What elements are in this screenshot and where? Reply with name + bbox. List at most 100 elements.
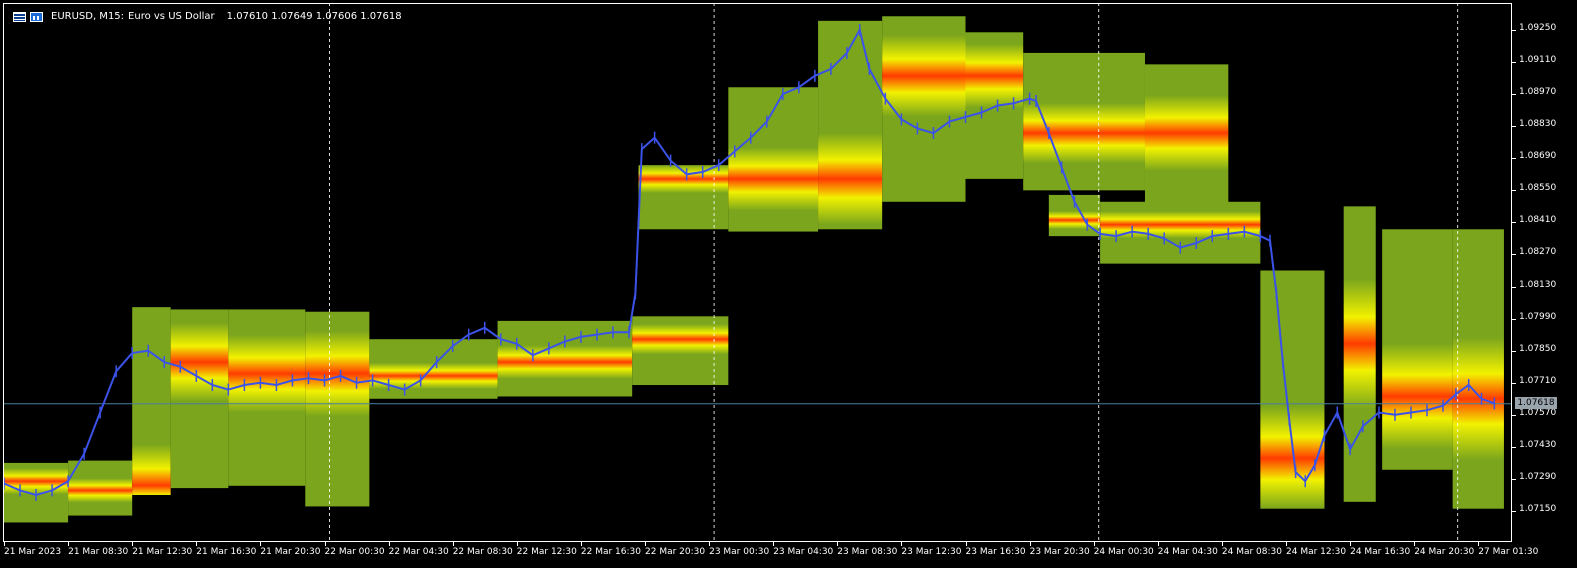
price-tick-mark — [1512, 286, 1516, 288]
time-tick-label: 22 Mar 08:30 — [452, 547, 513, 557]
time-tick-label: 22 Mar 04:30 — [388, 547, 449, 557]
price-tick-label: 1.07150 — [1519, 504, 1557, 514]
time-tick-mark — [1350, 542, 1352, 546]
time-tick-label: 24 Mar 04:30 — [1157, 547, 1218, 557]
time-tick-mark — [68, 542, 70, 546]
time-tick-mark — [260, 542, 262, 546]
heat-column — [1023, 52, 1145, 191]
price-tick-label: 1.08830 — [1519, 119, 1557, 130]
price-tick: 1.08830 — [1512, 119, 1577, 129]
heat-column — [965, 32, 1024, 179]
price-tick: 1.07570 — [1512, 408, 1577, 418]
price-tick-mark — [1512, 382, 1516, 384]
price-tick-label: 1.09110 — [1519, 55, 1557, 66]
time-tick-mark — [580, 542, 582, 546]
price-tick-mark — [1512, 414, 1516, 416]
price-tick-label: 1.08550 — [1519, 183, 1557, 194]
price-tick: 1.08130 — [1512, 280, 1577, 290]
heat-column — [305, 311, 370, 507]
time-tick-mark — [196, 542, 198, 546]
price-tick-label: 1.08410 — [1519, 215, 1557, 226]
price-tick-label: 1.07570 — [1519, 407, 1557, 418]
price-tick-mark — [1512, 446, 1516, 448]
heat-column — [170, 309, 229, 489]
time-tick-label: 21 Mar 12:30 — [132, 547, 193, 557]
time-tick-label: 24 Mar 20:30 — [1414, 547, 1475, 557]
heat-column — [1452, 229, 1504, 509]
time-tick-mark — [452, 542, 454, 546]
price-tick-label: 1.09250 — [1519, 23, 1557, 33]
price-tick: 1.09110 — [1512, 55, 1577, 65]
time-tick-label: 22 Mar 12:30 — [516, 547, 577, 557]
price-tick: 1.08690 — [1512, 151, 1577, 161]
time-tick-label: 23 Mar 00:30 — [709, 547, 770, 557]
time-tick-mark — [901, 542, 903, 546]
time-tick-mark — [1093, 542, 1095, 546]
time-tick-label: 23 Mar 04:30 — [773, 547, 834, 557]
price-tick-label: 1.07290 — [1519, 471, 1557, 482]
current-price-badge: 1.07618 — [1515, 397, 1557, 409]
time-tick-label: 22 Mar 20:30 — [645, 547, 706, 557]
time-tick-label: 21 Mar 08:30 — [68, 547, 129, 557]
price-tick: 1.08270 — [1512, 247, 1577, 257]
time-tick-label: 23 Mar 08:30 — [837, 547, 898, 557]
time-tick-mark — [132, 542, 134, 546]
ohlc-values: 1.07610 1.07649 1.07606 1.07618 — [226, 11, 402, 22]
time-tick-mark — [4, 542, 5, 546]
time-tick-label: 24 Mar 08:30 — [1221, 547, 1282, 557]
price-tick-label: 1.07430 — [1519, 439, 1557, 450]
bar-chart-icon[interactable] — [30, 11, 43, 22]
time-tick-label: 21 Mar 20:30 — [260, 547, 321, 557]
price-tick-label: 1.08970 — [1519, 87, 1557, 98]
price-tick-mark — [1512, 222, 1516, 224]
heat-column — [818, 20, 883, 230]
price-tick-label: 1.08130 — [1519, 279, 1557, 290]
time-tick-label: 21 Mar 2023 — [4, 547, 62, 557]
heat-column — [1260, 270, 1325, 509]
heat-column — [68, 460, 133, 516]
time-tick-mark — [516, 542, 518, 546]
heat-column — [638, 165, 729, 230]
price-tick-label: 1.07710 — [1519, 375, 1557, 386]
time-tick-mark — [1414, 542, 1416, 546]
heat-column — [1343, 206, 1376, 502]
price-tick-mark — [1512, 158, 1516, 160]
time-tick-mark — [837, 542, 839, 546]
time-tick-mark — [324, 542, 326, 546]
price-tick-mark — [1512, 350, 1516, 352]
price-tick: 1.07290 — [1512, 472, 1577, 482]
time-tick-label: 22 Mar 00:30 — [324, 547, 385, 557]
price-tick: 1.07430 — [1512, 440, 1577, 450]
heat-column — [1382, 229, 1453, 470]
price-tick: 1.08550 — [1512, 183, 1577, 193]
list-icon[interactable] — [13, 11, 26, 22]
time-tick-mark — [1157, 542, 1159, 546]
price-tick-mark — [1512, 478, 1516, 480]
price-tick-mark — [1512, 190, 1516, 192]
time-tick-label: 21 Mar 16:30 — [196, 547, 257, 557]
price-tick-label: 1.08690 — [1519, 151, 1557, 162]
time-tick-mark — [1478, 542, 1480, 546]
price-tick-mark — [1512, 254, 1516, 256]
price-tick: 1.07150 — [1512, 504, 1577, 514]
price-tick-mark — [1512, 318, 1516, 320]
time-tick-mark — [645, 542, 646, 546]
price-tick-label: 1.07990 — [1519, 311, 1557, 322]
time-tick-label: 23 Mar 12:30 — [901, 547, 962, 557]
time-tick-mark — [965, 542, 967, 546]
chart-header: EURUSD, M15: Euro vs US Dollar 1.07610 1… — [13, 11, 402, 22]
price-tick: 1.08410 — [1512, 215, 1577, 225]
time-tick-label: 24 Mar 12:30 — [1286, 547, 1347, 557]
time-tick-mark — [1286, 542, 1287, 546]
heat-column — [132, 307, 171, 495]
time-tick-label: 24 Mar 16:30 — [1350, 547, 1411, 557]
time-tick-label: 24 Mar 00:30 — [1093, 547, 1154, 557]
chart-plot-area[interactable]: EURUSD, M15: Euro vs US Dollar 1.07610 1… — [3, 3, 1512, 542]
price-tick-mark — [1512, 126, 1516, 128]
heat-column — [228, 309, 306, 486]
price-heatmap-svg — [3, 3, 1512, 542]
price-tick-mark — [1512, 94, 1516, 96]
time-tick-mark — [1029, 542, 1031, 546]
time-tick-mark — [388, 542, 390, 546]
time-tick-mark — [709, 542, 711, 546]
